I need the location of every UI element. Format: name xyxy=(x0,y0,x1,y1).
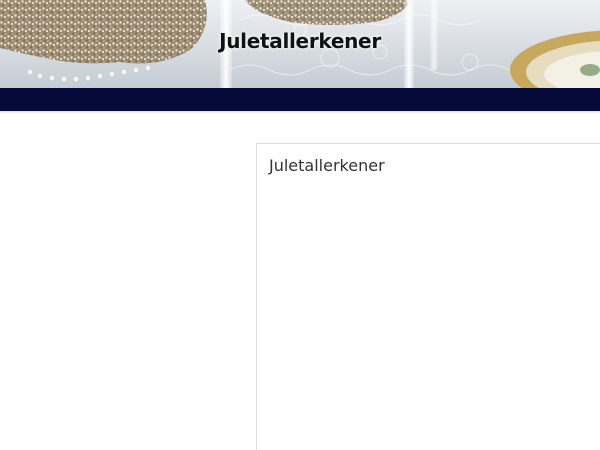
site-title[interactable]: Juletallerkener xyxy=(0,29,600,53)
nav-bar-shadow xyxy=(0,111,600,114)
header-banner: Juletallerkener xyxy=(0,0,600,88)
content-card: Juletallerkener xyxy=(256,143,600,450)
nav-bar xyxy=(0,88,600,111)
card-title: Juletallerkener xyxy=(269,156,385,175)
page: Juletallerkener Juletallerkener xyxy=(0,0,600,450)
